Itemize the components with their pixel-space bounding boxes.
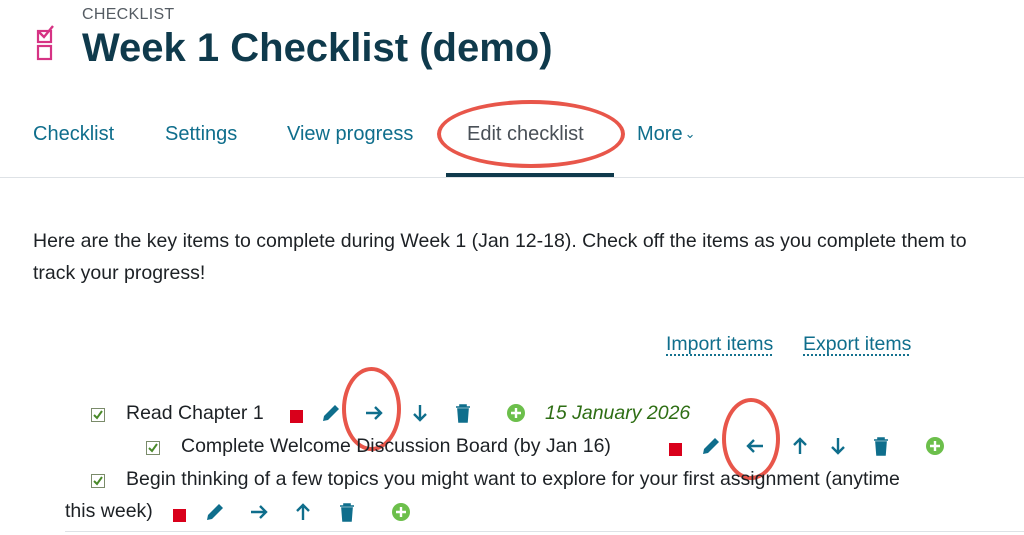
- page-header: CHECKLIST Week 1 Checklist (demo): [0, 0, 1024, 100]
- active-tab-indicator: [446, 173, 614, 177]
- checkbox-icon[interactable]: [91, 408, 105, 422]
- arrow-down-icon[interactable]: [827, 435, 849, 457]
- tab-checklist[interactable]: Checklist: [33, 123, 114, 146]
- item-due-date: 15 January 2026: [545, 402, 691, 424]
- required-indicator: [173, 509, 186, 522]
- list-divider: [65, 531, 1024, 532]
- item-text-3: Begin thinking of a few topics you might…: [126, 468, 900, 490]
- required-indicator: [669, 443, 682, 456]
- page-crumb: CHECKLIST: [82, 6, 175, 23]
- add-item-icon[interactable]: [505, 402, 527, 424]
- add-item-icon[interactable]: [924, 435, 946, 457]
- add-item-icon[interactable]: [390, 501, 412, 523]
- intro-text: Here are the key items to complete durin…: [33, 230, 967, 284]
- pencil-edit-icon[interactable]: [320, 402, 342, 424]
- highlight-ring: [437, 100, 625, 168]
- export-items-link[interactable]: Export items: [803, 333, 911, 356]
- pencil-edit-icon[interactable]: [204, 501, 226, 523]
- item-text-2: Complete Welcome Discussion Board (by Ja…: [181, 435, 611, 457]
- checkbox-icon[interactable]: [146, 441, 160, 455]
- tab-view-progress[interactable]: View progress: [287, 123, 413, 146]
- checklist-icon: [36, 25, 54, 61]
- trash-icon[interactable]: [336, 501, 358, 523]
- required-indicator: [290, 410, 303, 423]
- checkbox-icon[interactable]: [91, 474, 105, 488]
- tab-settings[interactable]: Settings: [165, 123, 237, 146]
- arrow-up-icon[interactable]: [292, 501, 314, 523]
- tab-more[interactable]: More ⌄: [637, 123, 695, 146]
- item-text-3-cont: this week): [65, 500, 153, 522]
- page-title: Week 1 Checklist (demo): [82, 26, 553, 70]
- arrow-right-indent-icon[interactable]: [248, 501, 270, 523]
- tab-more-label: More: [637, 123, 683, 145]
- chevron-down-icon: ⌄: [684, 126, 696, 141]
- import-items-link[interactable]: Import items: [666, 333, 773, 356]
- trash-icon[interactable]: [870, 435, 892, 457]
- trash-icon[interactable]: [452, 402, 474, 424]
- arrow-down-icon[interactable]: [409, 402, 431, 424]
- arrow-up-icon[interactable]: [789, 435, 811, 457]
- pencil-edit-icon[interactable]: [700, 435, 722, 457]
- item-text-1: Read Chapter 1: [126, 402, 264, 424]
